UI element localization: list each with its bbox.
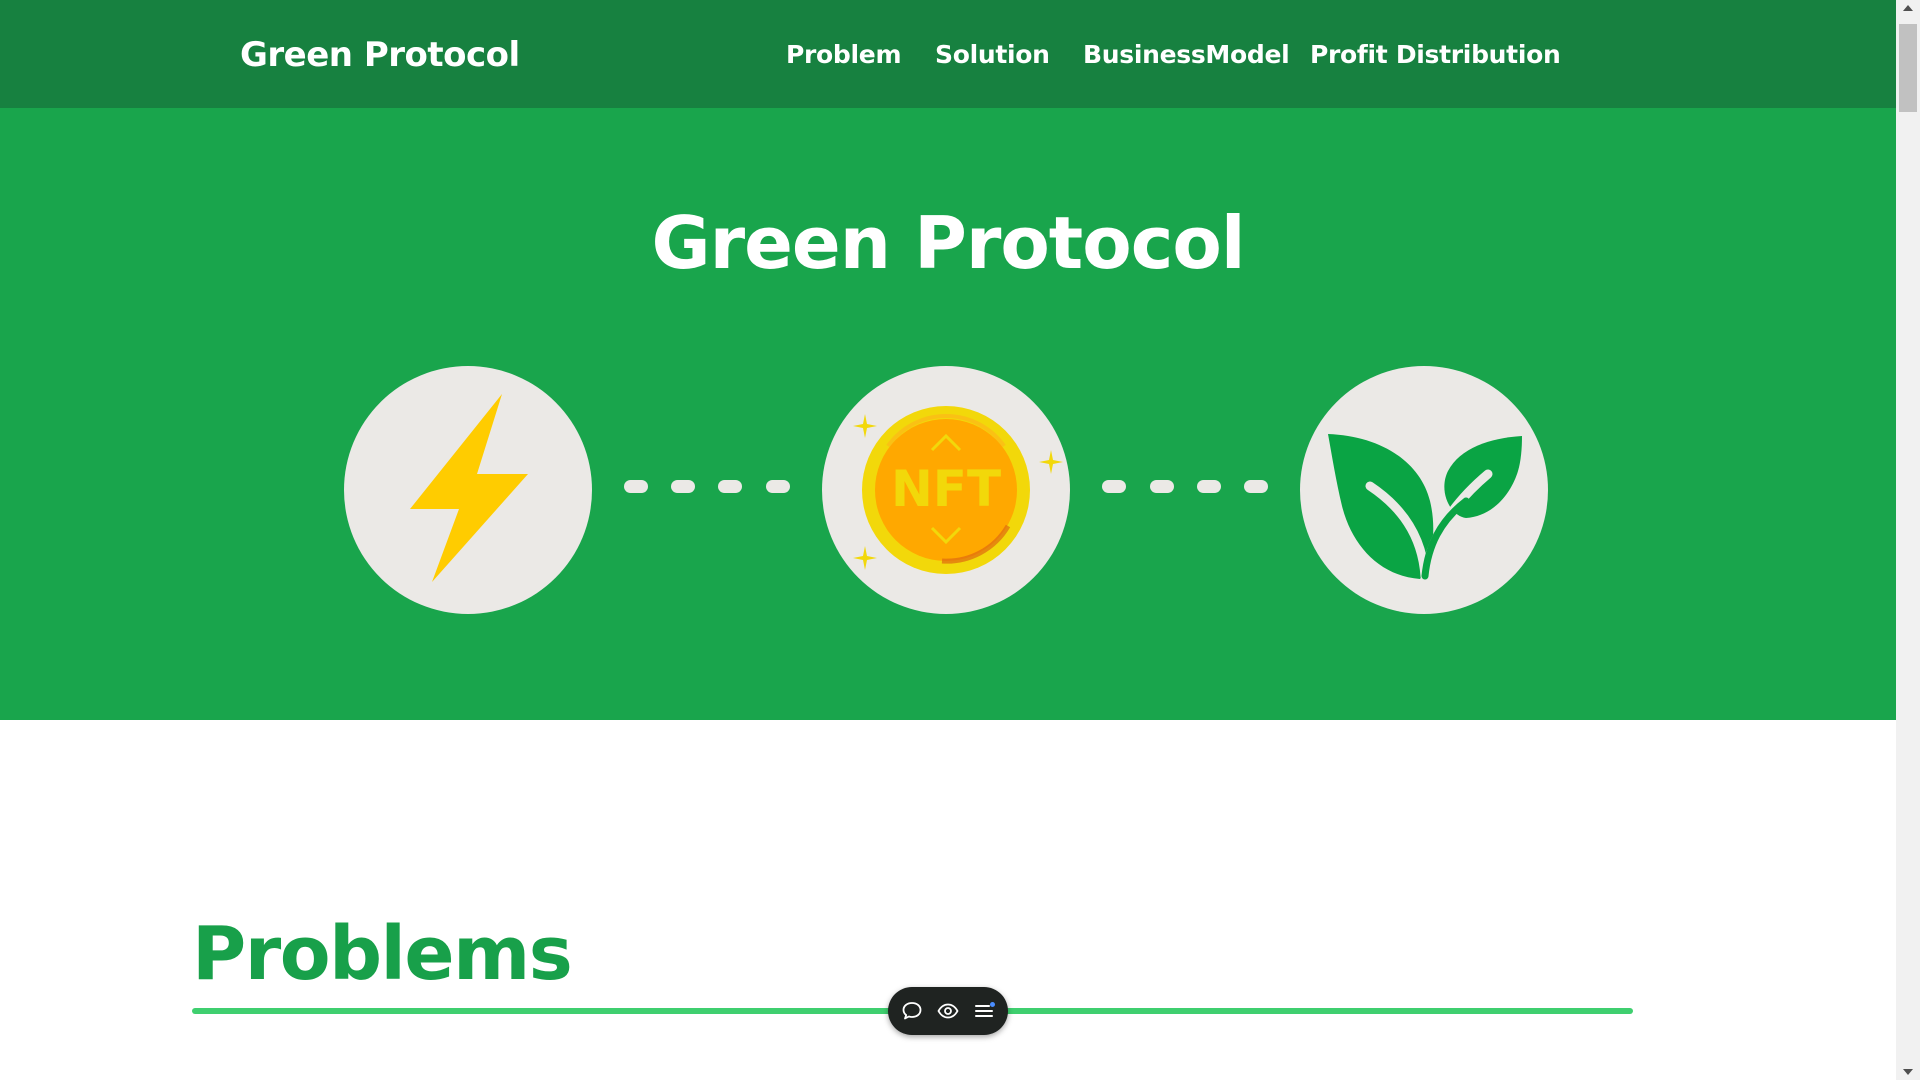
problems-heading: Problems	[192, 911, 573, 997]
connector-dash	[718, 480, 742, 493]
nav-link-profit-distribution[interactable]: Profit Distribution	[1310, 36, 1561, 74]
energy-circle	[344, 366, 592, 614]
leaf-icon	[1328, 434, 1522, 581]
page-scrollbar[interactable]	[1896, 0, 1920, 1080]
menu-icon	[975, 1002, 995, 1017]
comment-button[interactable]	[900, 999, 924, 1023]
nft-coin-icon: NFT	[853, 406, 1063, 574]
nft-coin-label: NFT	[891, 460, 1001, 518]
scroll-up-arrow-icon[interactable]	[1896, 0, 1920, 17]
nav-link-solution[interactable]: Solution	[935, 36, 1050, 74]
green-circle	[1300, 366, 1548, 614]
chat-bubble-icon	[902, 1002, 922, 1020]
hero-title: Green Protocol	[651, 201, 1245, 285]
lightning-bolt-icon	[410, 394, 528, 582]
top-navbar: Green Protocol Problem Solution Business…	[0, 0, 1896, 108]
nft-circle: NFT	[822, 366, 1070, 614]
floating-toolbar	[888, 987, 1008, 1035]
brand-logo-link[interactable]: Green Protocol	[240, 33, 520, 77]
page: Green Protocol Problem Solution Business…	[0, 0, 1896, 1080]
preview-button[interactable]	[936, 999, 960, 1023]
menu-button[interactable]	[972, 999, 996, 1023]
scrollbar-thumb[interactable]	[1899, 24, 1917, 112]
eye-icon	[937, 1003, 959, 1019]
scroll-down-arrow-icon[interactable]	[1896, 1063, 1920, 1080]
connector-dash	[1244, 480, 1268, 493]
connector-dash	[1197, 480, 1221, 493]
connector-dash	[624, 480, 648, 493]
nav-link-business-model[interactable]: BusinessModel	[1083, 36, 1290, 74]
connector-dash	[766, 480, 790, 493]
connector-dash	[1150, 480, 1174, 493]
nav-link-problem[interactable]: Problem	[786, 36, 902, 74]
hero-section: Green Protocol NFT	[0, 108, 1896, 720]
connector-dash	[671, 480, 695, 493]
connector-dash	[1102, 480, 1126, 493]
